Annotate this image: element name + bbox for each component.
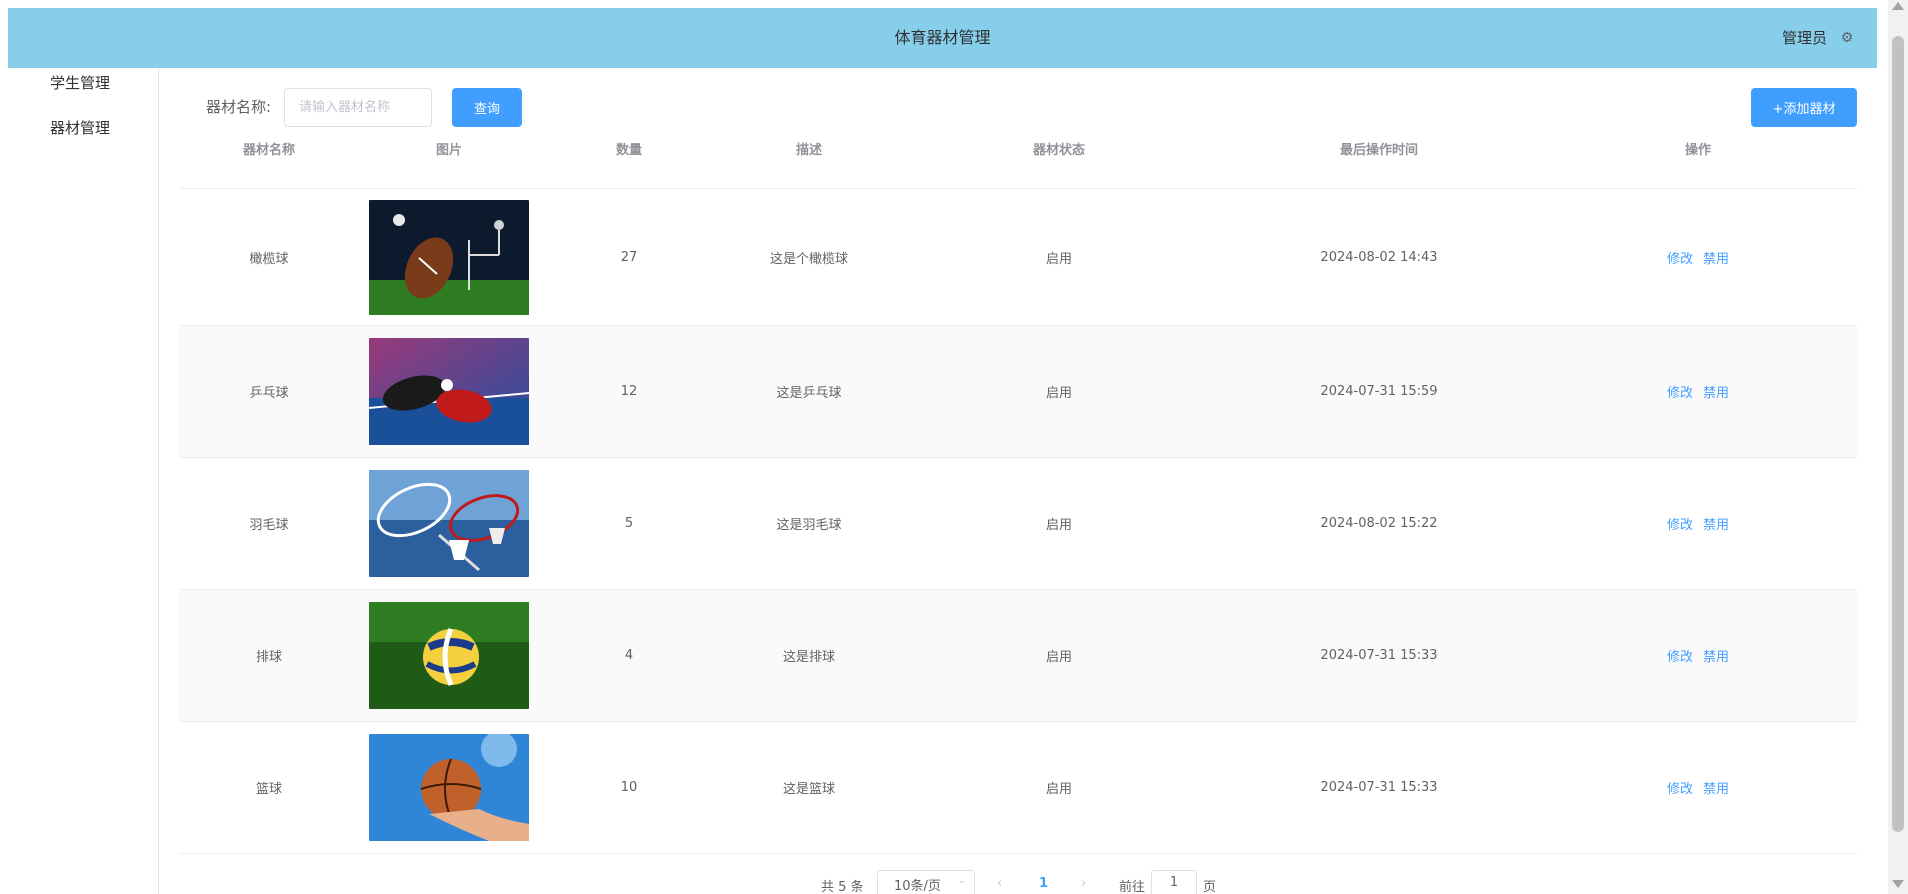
scroll-up-icon[interactable] [1892,2,1904,10]
chevron-down-icon: ⌄ [957,875,966,886]
page-unit-label: 页 [1203,880,1217,894]
badminton-photo [369,470,529,577]
edit-link[interactable]: 修改 [1667,778,1693,797]
equipment-name: 乒乓球 [249,386,289,401]
equipment-description: 这是个橄榄球 [769,251,848,267]
page-number[interactable]: 1 [1039,876,1048,891]
equipment-name: 篮球 [255,782,282,797]
query-button[interactable]: 查询 [452,88,522,127]
column-header-image: 图片 [435,143,462,158]
row-actions: 修改 禁用 [1539,722,1857,853]
table-row: 橄榄球 27 这是个橄榄球 启用 2024-08-02 14:43 修改 禁用 [179,189,1857,326]
table-row: 羽毛球 5 这是羽毛球 启用 2024-08-02 15:22 修改 禁用 [179,458,1857,590]
search-input[interactable] [284,88,432,127]
basketball-photo [369,734,529,841]
edit-link[interactable]: 修改 [1667,514,1693,533]
table-tennis-photo [369,338,529,445]
top-header: 体育器材管理 管理员 ⚙ [8,8,1877,68]
page-title: 体育器材管理 [894,28,991,47]
column-header-name: 器材名称 [242,143,295,158]
page-size-value: 10条/页 [894,879,941,894]
edit-link[interactable]: 修改 [1667,248,1693,267]
table-row: 乒乓球 12 这是乒乓球 启用 2024-07-31 15:59 修改 禁用 [179,326,1857,458]
disable-link[interactable]: 禁用 [1703,646,1729,665]
main-content: 器材名称: 查询 +添加器材 器材名称 图片 数量 描述 器材状态 最后操作时间… [178,68,1858,894]
goto-label: 前往 [1119,880,1146,894]
equipment-name: 橄榄球 [249,251,289,267]
scroll-thumb[interactable] [1892,36,1904,832]
page-size-select[interactable]: 10条/页 ⌄ [877,870,975,894]
equipment-status: 启用 [1045,650,1072,665]
prev-page-icon[interactable]: ‹ [997,876,1002,891]
equipment-name: 羽毛球 [249,518,289,533]
sidebar-item-equipment[interactable]: 器材管理 [50,117,110,138]
equipment-description: 这是排球 [782,650,835,665]
equipment-status: 启用 [1045,518,1072,533]
volleyball-photo [369,602,529,709]
equipment-quantity: 10 [620,780,638,795]
equipment-description: 这是乒乓球 [776,386,842,401]
next-page-icon[interactable]: › [1081,876,1086,891]
equipment-quantity: 4 [624,648,634,663]
disable-link[interactable]: 禁用 [1703,778,1729,797]
pagination: 共 5 条 10条/页 ⌄ ‹ 1 › 前往 1 页 [178,870,1858,894]
column-header-description: 描述 [795,143,822,158]
equipment-status: 启用 [1045,251,1072,267]
goto-page-input[interactable]: 1 [1151,870,1197,894]
equipment-quantity: 27 [620,249,638,265]
row-actions: 修改 禁用 [1539,458,1857,589]
equipment-description: 这是篮球 [782,782,835,797]
equipment-name: 排球 [255,650,282,665]
disable-link[interactable]: 禁用 [1703,514,1729,533]
column-header-status: 器材状态 [1032,143,1085,158]
sidebar-item-student[interactable]: 学生管理 [50,72,110,93]
gear-icon[interactable]: ⚙ [1839,30,1855,46]
equipment-table: 器材名称 图片 数量 描述 器材状态 最后操作时间 操作 橄榄球 27 这是个橄… [179,136,1857,854]
table-row: 排球 4 这是排球 启用 2024-07-31 15:33 修改 禁用 [179,590,1857,722]
american-football-photo [369,199,529,315]
disable-link[interactable]: 禁用 [1703,248,1729,267]
scroll-down-icon[interactable] [1892,880,1904,888]
edit-link[interactable]: 修改 [1667,382,1693,401]
pagination-total: 共 5 条 [821,880,864,894]
last-operation-time: 2024-08-02 14:43 [1320,249,1438,265]
column-header-quantity: 数量 [615,143,642,158]
last-operation-time: 2024-07-31 15:33 [1320,780,1438,795]
last-operation-time: 2024-08-02 15:22 [1320,516,1438,531]
user-name[interactable]: 管理员 [1782,8,1827,68]
equipment-quantity: 12 [620,384,638,399]
table-header: 器材名称 图片 数量 描述 器材状态 最后操作时间 操作 [179,136,1857,189]
equipment-status: 启用 [1045,782,1072,797]
row-actions: 修改 禁用 [1539,189,1857,325]
row-actions: 修改 禁用 [1539,326,1857,457]
equipment-quantity: 5 [624,516,634,531]
last-operation-time: 2024-07-31 15:33 [1320,648,1438,663]
search-label: 器材名称: [206,98,272,116]
equipment-status: 启用 [1045,386,1072,401]
column-header-time: 最后操作时间 [1339,143,1418,158]
vertical-scrollbar[interactable] [1888,0,1908,894]
add-equipment-button[interactable]: +添加器材 [1751,88,1857,127]
last-operation-time: 2024-07-31 15:59 [1320,384,1438,399]
disable-link[interactable]: 禁用 [1703,382,1729,401]
app-window: 体育器材管理 管理员 ⚙ 学生管理 器材管理 器材名称: 查询 +添加器材 器材… [0,0,1908,894]
equipment-description: 这是羽毛球 [776,518,842,533]
table-row: 篮球 10 这是篮球 启用 2024-07-31 15:33 修改 禁用 [179,722,1857,854]
column-header-actions: 操作 [1684,143,1711,158]
row-actions: 修改 禁用 [1539,590,1857,721]
edit-link[interactable]: 修改 [1667,646,1693,665]
sidebar: 学生管理 器材管理 [8,68,159,894]
